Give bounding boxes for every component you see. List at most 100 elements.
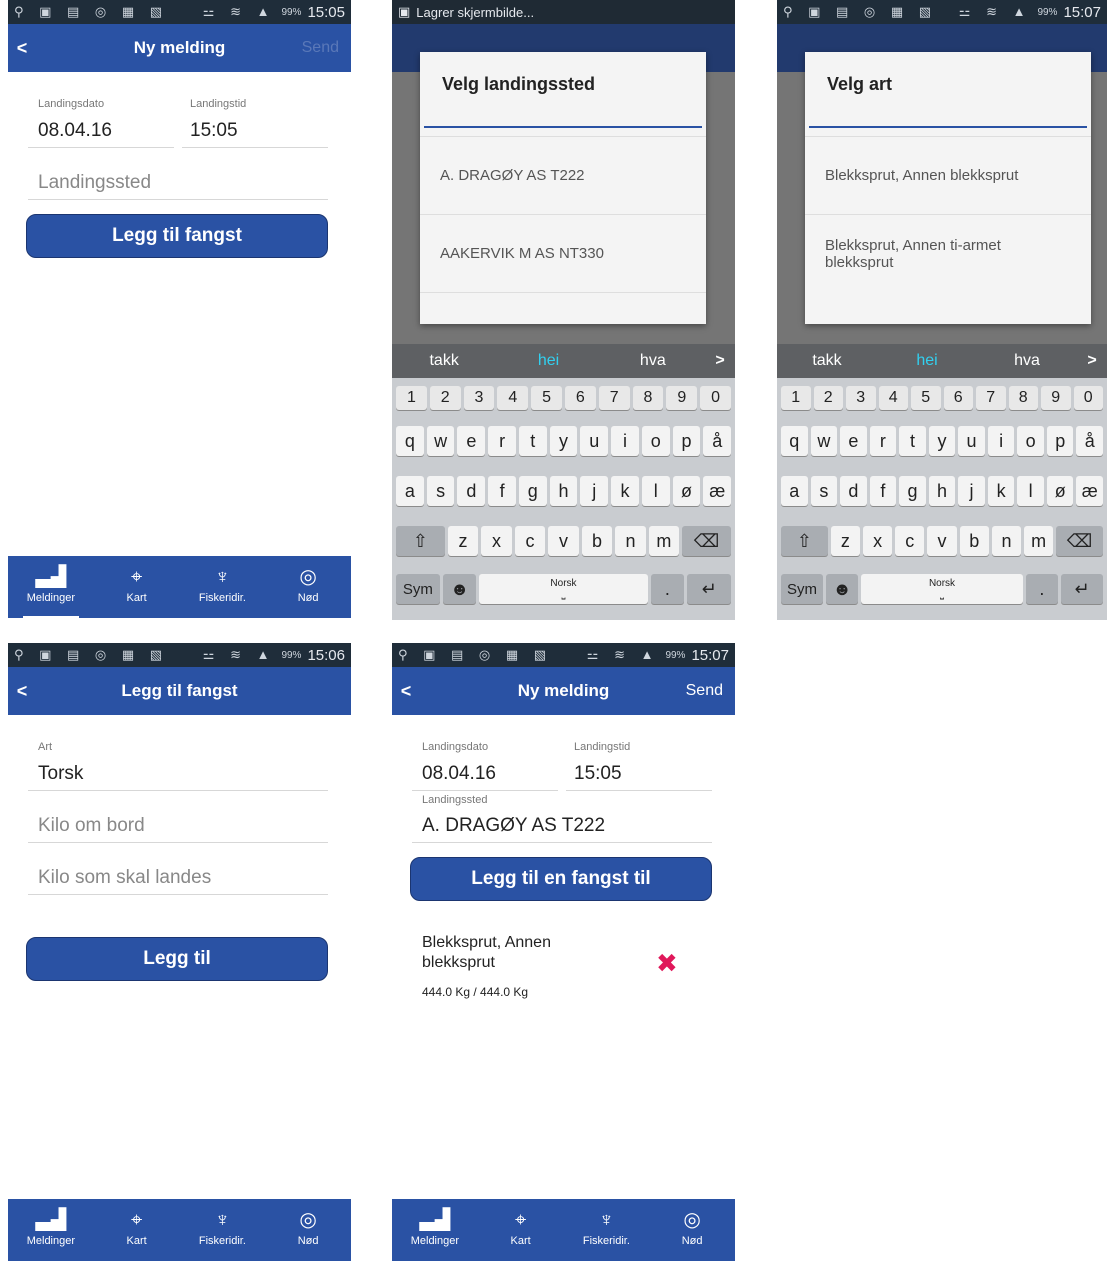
key[interactable]: k xyxy=(611,476,639,506)
nav-item-map[interactable]: ⌖ Kart xyxy=(97,556,177,618)
kilo-on-board-input[interactable]: Kilo om bord xyxy=(38,815,145,837)
backspace-key[interactable]: ⌫ xyxy=(1056,526,1104,556)
key[interactable]: 1 xyxy=(396,386,427,410)
key[interactable]: 3 xyxy=(463,386,495,410)
key[interactable]: 9 xyxy=(1041,386,1071,410)
key[interactable]: å xyxy=(1076,426,1104,456)
key[interactable]: i xyxy=(611,426,639,456)
key[interactable]: e xyxy=(457,426,486,456)
nav-item-messages[interactable]: ▃▟ Meldinger xyxy=(395,1199,475,1261)
key[interactable]: æ xyxy=(703,476,732,506)
space-key[interactable]: Norsk ⎵ xyxy=(861,574,1023,604)
key[interactable]: m xyxy=(1024,526,1054,556)
key[interactable]: b xyxy=(959,526,989,556)
emoji-key[interactable]: ☻ xyxy=(442,574,477,604)
key[interactable]: ø xyxy=(1046,476,1074,506)
dialog-search-input[interactable] xyxy=(809,126,1087,128)
shift-key[interactable]: ⇧ xyxy=(396,526,445,556)
key[interactable]: f xyxy=(869,476,897,506)
key[interactable]: a xyxy=(781,476,808,506)
species-field[interactable]: Torsk xyxy=(38,763,83,785)
backspace-key[interactable]: ⌫ xyxy=(682,526,731,556)
enter-key[interactable]: ↵ xyxy=(1061,574,1104,604)
suggestion[interactable]: hva xyxy=(601,352,705,370)
time-field[interactable]: 15:05 xyxy=(574,763,622,785)
more-suggestions-icon[interactable]: > xyxy=(1077,352,1107,370)
kilo-to-land-input[interactable]: Kilo som skal landes xyxy=(38,867,211,889)
key[interactable]: e xyxy=(840,426,867,456)
nav-item-messages[interactable]: ▃▟ Meldinger xyxy=(11,556,91,620)
key[interactable]: v xyxy=(927,526,957,556)
key[interactable]: z xyxy=(447,526,479,556)
back-icon[interactable]: < xyxy=(8,38,36,59)
key[interactable]: 7 xyxy=(598,386,630,410)
key[interactable]: 8 xyxy=(632,386,664,410)
key[interactable]: t xyxy=(899,426,926,456)
key[interactable]: t xyxy=(518,426,547,456)
more-suggestions-icon[interactable]: > xyxy=(705,352,735,370)
sym-key[interactable]: Sym xyxy=(781,574,823,604)
nav-item-emergency[interactable]: ◎ Nød xyxy=(268,556,348,618)
nav-item-map[interactable]: ⌖ Kart xyxy=(481,1199,561,1261)
key[interactable]: h xyxy=(928,476,956,506)
suggestion[interactable]: hei xyxy=(496,352,600,370)
key[interactable]: l xyxy=(641,476,670,506)
key[interactable]: 3 xyxy=(846,386,876,410)
nav-item-emergency[interactable]: ◎ Nød xyxy=(652,1199,732,1261)
key[interactable]: r xyxy=(869,426,897,456)
key[interactable]: j xyxy=(580,476,609,506)
date-field[interactable]: 08.04.16 xyxy=(422,763,496,785)
date-field[interactable]: 08.04.16 xyxy=(38,120,112,142)
key[interactable]: k xyxy=(987,476,1015,506)
nav-item-fisheries[interactable]: ♆ Fiskeridir. xyxy=(182,1199,262,1261)
nav-item-fisheries[interactable]: ♆ Fiskeridir. xyxy=(182,556,262,618)
key[interactable]: c xyxy=(895,526,925,556)
suggestion[interactable]: takk xyxy=(777,352,877,370)
list-item[interactable] xyxy=(420,292,706,324)
key[interactable]: y xyxy=(928,426,956,456)
key[interactable]: 6 xyxy=(943,386,973,410)
nav-item-messages[interactable]: ▃▟ Meldinger xyxy=(11,1199,91,1261)
send-button[interactable]: Send xyxy=(302,39,351,57)
key[interactable]: 6 xyxy=(564,386,596,410)
key[interactable]: u xyxy=(958,426,985,456)
nav-item-map[interactable]: ⌖ Kart xyxy=(97,1199,177,1261)
list-item[interactable]: AAKERVIK M AS NT330 xyxy=(420,214,706,292)
send-button[interactable]: Send xyxy=(686,682,735,700)
list-item[interactable]: Blekksprut, Annen ti-armet blekksprut xyxy=(805,214,1091,292)
add-catch-button[interactable]: Legg til fangst xyxy=(26,214,328,258)
add-button[interactable]: Legg til xyxy=(26,937,328,981)
key[interactable]: 1 xyxy=(781,386,811,410)
key[interactable]: 4 xyxy=(497,386,529,410)
landing-place-field[interactable]: A. DRAGØY AS T222 xyxy=(422,815,605,837)
landing-place-input[interactable]: Landingssted xyxy=(38,172,151,194)
key[interactable]: l xyxy=(1017,476,1044,506)
key[interactable]: x xyxy=(862,526,893,556)
emoji-key[interactable]: ☻ xyxy=(825,574,859,604)
key[interactable]: s xyxy=(426,476,455,506)
sym-key[interactable]: Sym xyxy=(396,574,440,604)
suggestion[interactable]: hei xyxy=(877,352,977,370)
key[interactable]: 4 xyxy=(878,386,908,410)
key[interactable]: f xyxy=(488,476,516,506)
key[interactable]: q xyxy=(781,426,808,456)
key[interactable]: n xyxy=(615,526,646,556)
key[interactable]: a xyxy=(396,476,424,506)
nav-item-fisheries[interactable]: ♆ Fiskeridir. xyxy=(566,1199,646,1261)
key[interactable]: 2 xyxy=(813,386,843,410)
key[interactable]: 0 xyxy=(1073,386,1103,410)
space-key[interactable]: Norsk ⎵ xyxy=(479,574,648,604)
back-icon[interactable]: < xyxy=(392,681,420,702)
enter-key[interactable]: ↵ xyxy=(687,574,731,604)
time-field[interactable]: 15:05 xyxy=(190,120,238,142)
suggestion[interactable]: hva xyxy=(977,352,1077,370)
dot-key[interactable]: . xyxy=(650,574,685,604)
key[interactable]: å xyxy=(703,426,732,456)
key[interactable]: d xyxy=(840,476,867,506)
key[interactable]: n xyxy=(991,526,1022,556)
list-item[interactable]: Blekksprut, Annen blekksprut xyxy=(805,136,1091,214)
key[interactable]: q xyxy=(396,426,424,456)
back-icon[interactable]: < xyxy=(8,681,36,702)
key[interactable]: 7 xyxy=(976,386,1006,410)
key[interactable]: c xyxy=(514,526,546,556)
